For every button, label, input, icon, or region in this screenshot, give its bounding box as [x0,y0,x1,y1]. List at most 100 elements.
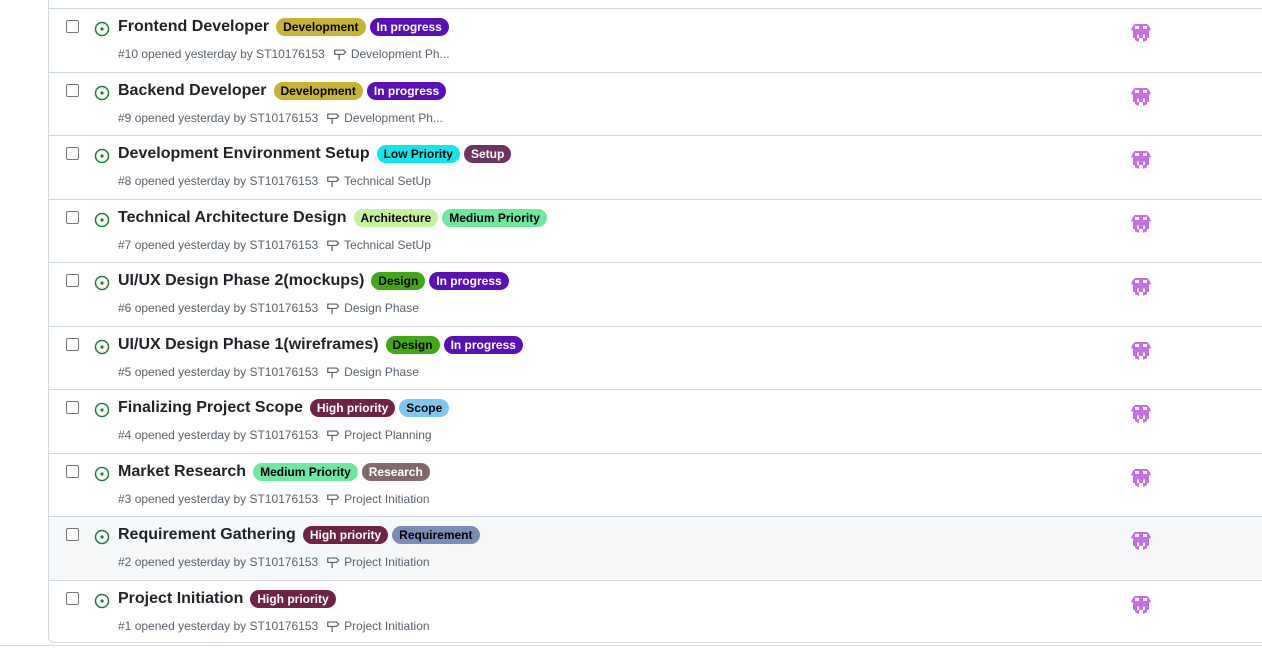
assignee-avatar[interactable] [1131,85,1151,106]
milestone-link[interactable]: Development Ph... [351,47,450,61]
milestone-icon [327,430,340,442]
issue-label[interactable]: Development [276,18,366,36]
issue-title-link[interactable]: Requirement Gathering [118,526,296,544]
issue-label[interactable]: High priority [250,589,336,608]
identicon-avatar-icon [1131,276,1151,296]
issue-opened-text: opened yesterday by ST10176153 [134,618,319,633]
issue-select-checkbox[interactable] [66,337,79,351]
issue-label[interactable]: Research [361,462,430,481]
issue-title-link[interactable]: Development Environment Setup [118,145,370,163]
issue-labels: High priority Requirement [299,526,480,544]
issue-select-checkbox[interactable] [66,401,79,414]
issue-number: #6 [118,301,132,315]
issue-title-link[interactable]: Technical Architecture Design [118,209,347,227]
issue-row[interactable]: Technical Architecture Design Architectu… [49,200,1262,263]
milestone-link[interactable]: Project Initiation [344,492,429,506]
issue-row[interactable]: Development Environment Setup Low Priori… [49,136,1262,200]
issue-title-link[interactable]: Project Initiation [118,590,243,608]
issue-select-checkbox[interactable] [66,20,79,33]
issue-label[interactable]: In progress [429,272,509,290]
assignee-avatar[interactable] [1131,276,1151,296]
issue-opened-text: opened yesterday by ST10176153 [134,555,319,569]
issue-select-checkbox[interactable] [66,464,79,478]
issue-labels: High priority [246,589,336,608]
assignee-avatar[interactable] [1131,530,1151,550]
milestone-link[interactable]: Technical SetUp [344,238,431,252]
issue-opened-icon [94,402,110,418]
issue-opened-text: opened yesterday by ST10176153 [134,237,319,252]
issue-select-checkbox[interactable] [66,83,79,97]
issue-title-link[interactable]: UI/UX Design Phase 2(mockups) [118,272,364,290]
issue-meta: #1 opened yesterday by ST10176153 Projec… [118,619,430,633]
issue-title-link[interactable]: Backend Developer [118,82,267,100]
issue-title-link[interactable]: Market Research [118,463,246,481]
milestone-link[interactable]: Design Phase [344,365,419,379]
issue-labels: Design In progress [382,335,523,354]
issue-label[interactable]: Scope [399,399,450,417]
issue-row[interactable]: Project Initiation High priority #1 open… [49,581,1262,645]
issue-row[interactable]: Backend Developer Development In progress… [49,73,1262,136]
milestone-link[interactable]: Project Initiation [344,619,429,633]
milestone-icon [327,620,340,632]
issue-label[interactable]: Low Priority [376,145,460,163]
issue-label[interactable]: Setup [463,145,512,163]
issue-number: #10 [118,47,139,61]
issue-label[interactable]: High priority [302,526,389,544]
issue-opened-text: opened yesterday by ST10176153 [134,364,319,379]
milestone-link[interactable]: Development Ph... [344,111,443,125]
issue-title-line: Finalizing Project Scope High priority Sc… [118,399,450,417]
milestone-link[interactable]: Design Phase [344,301,419,315]
issue-label[interactable]: Medium Priority [442,208,547,227]
issue-label[interactable]: Architecture [353,208,439,227]
issue-row[interactable]: UI/UX Design Phase 1(wireframes) Design I… [49,327,1262,390]
assignee-avatar[interactable] [1131,403,1151,423]
milestone-link[interactable]: Project Planning [344,428,431,442]
issue-label[interactable]: Development [273,81,363,100]
issue-label[interactable]: In progress [369,18,449,36]
issue-title-line: UI/UX Design Phase 1(wireframes) Design I… [118,335,523,354]
issue-title-line: Technical Architecture Design Architectu… [118,208,547,227]
issue-select-checkbox[interactable] [66,528,79,541]
issue-label[interactable]: Requirement [392,526,480,544]
issue-labels: Low Priority Setup [373,145,512,163]
issue-meta: #3 opened yesterday by ST10176153 Projec… [118,492,430,506]
issue-row[interactable]: UI/UX Design Phase 2(mockups) Design In p… [49,263,1262,327]
assignee-avatar[interactable] [1131,593,1151,614]
assignee-avatar[interactable] [1131,466,1151,487]
issue-title-link[interactable]: UI/UX Design Phase 1(wireframes) [118,336,379,354]
issue-opened-icon [94,593,110,608]
issue-row[interactable]: Finalizing Project Scope High priority Sc… [49,390,1262,454]
assignee-avatar[interactable] [1131,212,1151,233]
issue-opened-icon [94,275,110,291]
issue-title-link[interactable]: Frontend Developer [118,18,269,36]
milestone-icon [327,112,340,124]
issue-label[interactable]: High priority [309,399,396,417]
assignee-avatar[interactable] [1131,22,1151,42]
issue-row[interactable]: Frontend Developer Development In progres… [49,9,1262,73]
milestone-icon [327,239,340,251]
issue-row[interactable]: Requirement Gathering High priority Requi… [49,517,1262,581]
milestone-link[interactable]: Project Initiation [344,555,429,569]
identicon-avatar-icon [1131,149,1151,169]
issue-select-checkbox[interactable] [66,274,79,287]
issue-label[interactable]: Design [371,272,426,290]
issue-title-line: Requirement Gathering High priority Requi… [118,526,480,544]
issue-labels: Medium Priority Research [249,462,430,481]
issue-labels: High priority Scope [306,399,450,417]
issue-select-checkbox[interactable] [66,591,79,605]
issue-number: #7 [118,237,132,252]
issue-label[interactable]: In progress [366,81,447,100]
issue-select-checkbox[interactable] [66,147,79,160]
milestone-link[interactable]: Technical SetUp [344,174,431,188]
issue-rows: Frontend Developer Development In progres… [49,9,1262,644]
assignee-avatar[interactable] [1131,339,1151,360]
issue-label[interactable]: Medium Priority [253,462,358,481]
issue-select-checkbox[interactable] [66,210,79,224]
issue-label[interactable]: Design [385,335,440,354]
issue-opened-text: opened yesterday by ST10176153 [134,301,319,315]
assignee-avatar[interactable] [1131,149,1151,169]
issue-list: Frontend Developer Development In progres… [48,0,1262,643]
issue-title-link[interactable]: Finalizing Project Scope [118,399,303,417]
issue-row[interactable]: Market Research Medium Priority Research … [49,454,1262,517]
issue-label[interactable]: In progress [443,335,523,354]
